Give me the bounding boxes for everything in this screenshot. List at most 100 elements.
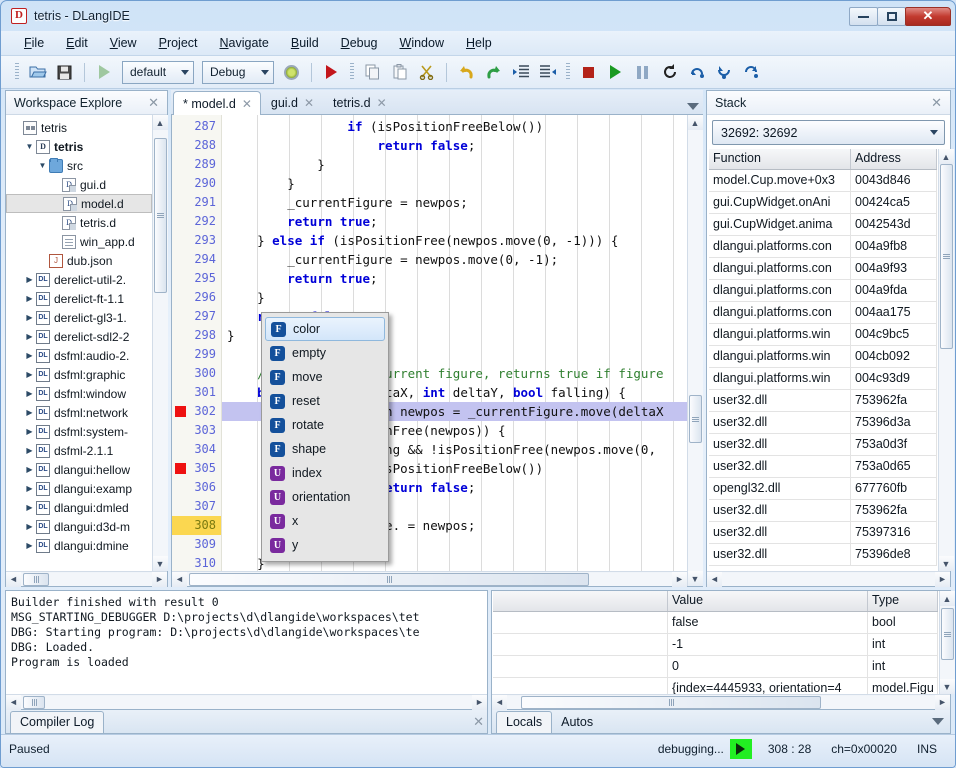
stack-row[interactable]: dlangui.platforms.con004a9f93 <box>709 258 937 280</box>
stack-row[interactable]: dlangui.platforms.win004c93d9 <box>709 368 937 390</box>
tree-item-derelict-sdl2-2[interactable]: ▶DLderelict-sdl2-2 <box>6 327 152 346</box>
debug-run-icon[interactable] <box>319 60 344 85</box>
code-line-287[interactable]: if (isPositionFreeBelow()) <box>222 117 687 136</box>
tree-item-tetris[interactable]: ▼Dtetris <box>6 137 152 156</box>
stack-row[interactable]: dlangui.platforms.con004a9fda <box>709 280 937 302</box>
scroll-right-icon[interactable]: ► <box>935 695 950 710</box>
tree-item-tetris[interactable]: tetris <box>6 118 152 137</box>
locals-hscroll-thumb[interactable] <box>521 696 821 709</box>
stack-row[interactable]: user32.dll75396de8 <box>709 544 937 566</box>
scroll-right-icon[interactable]: ► <box>672 572 687 587</box>
scroll-up-icon[interactable]: ▲ <box>688 115 703 130</box>
tree-horizontal-scrollbar[interactable]: ◄ ► <box>6 571 167 586</box>
code-line-293[interactable]: } else if (isPositionFree(newpos.move(0,… <box>222 231 687 250</box>
project-tree[interactable]: tetris▼Dtetris▼srcDgui.dDmodel.dDtetris.… <box>6 115 152 571</box>
stack-row[interactable]: user32.dll753962fa <box>709 390 937 412</box>
run-play-icon[interactable] <box>92 60 117 85</box>
close-icon[interactable]: ✕ <box>304 96 314 110</box>
stack-vertical-scrollbar[interactable]: ▲ ▼ <box>938 149 953 571</box>
menu-debug[interactable]: Debug <box>330 33 389 53</box>
editor-tab-tetris-d[interactable]: tetris.d✕ <box>323 91 396 114</box>
scroll-left-icon[interactable]: ◄ <box>492 695 507 710</box>
autocomplete-item-index[interactable]: Uindex <box>265 461 385 485</box>
chevron-right-icon[interactable]: ▶ <box>23 295 36 303</box>
menu-build[interactable]: Build <box>280 33 330 53</box>
close-icon[interactable]: ✕ <box>928 95 945 111</box>
collapse-icon[interactable] <box>932 718 944 725</box>
chevron-right-icon[interactable]: ▶ <box>23 371 36 379</box>
tree-item-tetris-d[interactable]: Dtetris.d <box>6 213 152 232</box>
continue-icon[interactable] <box>603 60 628 85</box>
gutter-line-301[interactable]: 301 <box>172 383 221 402</box>
editor-horizontal-scrollbar[interactable]: ◄ ► <box>172 571 687 586</box>
line-number-gutter[interactable]: 2872882892902912922932942952962972982993… <box>172 115 222 571</box>
stack-row[interactable]: user32.dll753962fa <box>709 500 937 522</box>
chevron-right-icon[interactable]: ▶ <box>23 523 36 531</box>
scroll-left-icon[interactable]: ◄ <box>707 572 722 587</box>
gutter-line-299[interactable]: 299 <box>172 345 221 364</box>
locals-row[interactable]: 0int <box>493 656 938 678</box>
tree-item-dub-json[interactable]: Jdub.json <box>6 251 152 270</box>
stack-column-header-function[interactable]: Function <box>709 149 851 169</box>
scroll-right-icon[interactable]: ► <box>152 572 167 587</box>
gutter-line-302[interactable]: 302 <box>172 402 221 421</box>
tree-item-dlangui-dmine[interactable]: ▶DLdlangui:dmine <box>6 536 152 555</box>
code-line-289[interactable]: } <box>222 155 687 174</box>
gutter-line-297[interactable]: 297 <box>172 307 221 326</box>
close-icon[interactable]: ✕ <box>145 95 162 111</box>
stack-row[interactable]: dlangui.platforms.con004aa175 <box>709 302 937 324</box>
gutter-line-291[interactable]: 291 <box>172 193 221 212</box>
tree-item-dsfml-system-[interactable]: ▶DLdsfml:system- <box>6 422 152 441</box>
locals-column-header-value[interactable]: Value <box>668 591 868 611</box>
chevron-down-icon[interactable]: ▼ <box>36 162 49 170</box>
chevron-right-icon[interactable]: ▶ <box>23 428 36 436</box>
log-hscroll-track[interactable] <box>21 696 472 709</box>
scroll-down-icon[interactable]: ▼ <box>940 679 955 694</box>
autocomplete-item-orientation[interactable]: Uorientation <box>265 485 385 509</box>
code-line-292[interactable]: return true; <box>222 212 687 231</box>
gutter-line-296[interactable]: 296 <box>172 288 221 307</box>
stack-grid-body[interactable]: model.Cup.move+0x30043d846gui.CupWidget.… <box>709 170 937 571</box>
build-config-combo[interactable]: default <box>122 61 194 84</box>
chevron-right-icon[interactable]: ▶ <box>23 466 36 474</box>
redo-icon[interactable] <box>481 60 506 85</box>
unindent-icon[interactable] <box>535 60 560 85</box>
tree-item-dsfml-audio-2-[interactable]: ▶DLdsfml:audio-2. <box>6 346 152 365</box>
autocomplete-popup[interactable]: FcolorFemptyFmoveFresetFrotateFshapeUind… <box>261 312 389 562</box>
menu-edit[interactable]: Edit <box>55 33 99 53</box>
scroll-up-icon[interactable]: ▲ <box>940 591 955 606</box>
undo-icon[interactable] <box>454 60 479 85</box>
chevron-right-icon[interactable]: ▶ <box>23 333 36 341</box>
autocomplete-item-rotate[interactable]: Frotate <box>265 413 385 437</box>
editor-hscroll-track[interactable] <box>187 573 672 586</box>
tab-compiler-log[interactable]: Compiler Log <box>10 711 104 733</box>
scroll-left-icon[interactable]: ◄ <box>172 572 187 587</box>
scroll-right-icon[interactable]: ► <box>935 572 950 587</box>
tree-item-derelict-ft-1-1[interactable]: ▶DLderelict-ft-1.1 <box>6 289 152 308</box>
open-folder-icon[interactable] <box>25 60 50 85</box>
editor-tab-gui-d[interactable]: gui.d✕ <box>261 91 323 114</box>
breakpoint-marker[interactable] <box>175 406 186 417</box>
tree-scroll-track[interactable] <box>153 130 168 556</box>
chevron-down-icon[interactable] <box>687 103 699 110</box>
tree-item-dsfml-2-1-1[interactable]: ▶DLdsfml-2.1.1 <box>6 441 152 460</box>
log-horizontal-scrollbar[interactable]: ◄ ► <box>6 694 487 709</box>
tree-item-derelict-util-2-[interactable]: ▶DLderelict-util-2. <box>6 270 152 289</box>
tree-vertical-scrollbar[interactable]: ▲ ▼ <box>152 115 167 571</box>
stack-row[interactable]: user32.dll75397316 <box>709 522 937 544</box>
gutter-line-294[interactable]: 294 <box>172 250 221 269</box>
stack-scroll-track[interactable] <box>939 164 954 556</box>
scroll-left-icon[interactable]: ◄ <box>6 695 21 710</box>
tree-item-model-d[interactable]: Dmodel.d <box>6 194 152 213</box>
gutter-line-300[interactable]: 300 <box>172 364 221 383</box>
scroll-down-icon[interactable]: ▼ <box>939 556 954 571</box>
minimize-button[interactable] <box>849 7 878 26</box>
build-type-combo[interactable]: Debug <box>202 61 274 84</box>
tree-item-dlangui-hellow[interactable]: ▶DLdlangui:hellow <box>6 460 152 479</box>
chevron-down-icon[interactable]: ▼ <box>23 143 36 151</box>
paste-icon[interactable] <box>387 60 412 85</box>
chevron-right-icon[interactable]: ▶ <box>23 352 36 360</box>
tree-item-dsfml-graphic[interactable]: ▶DLdsfml:graphic <box>6 365 152 384</box>
tree-item-gui-d[interactable]: Dgui.d <box>6 175 152 194</box>
autocomplete-item-reset[interactable]: Freset <box>265 389 385 413</box>
